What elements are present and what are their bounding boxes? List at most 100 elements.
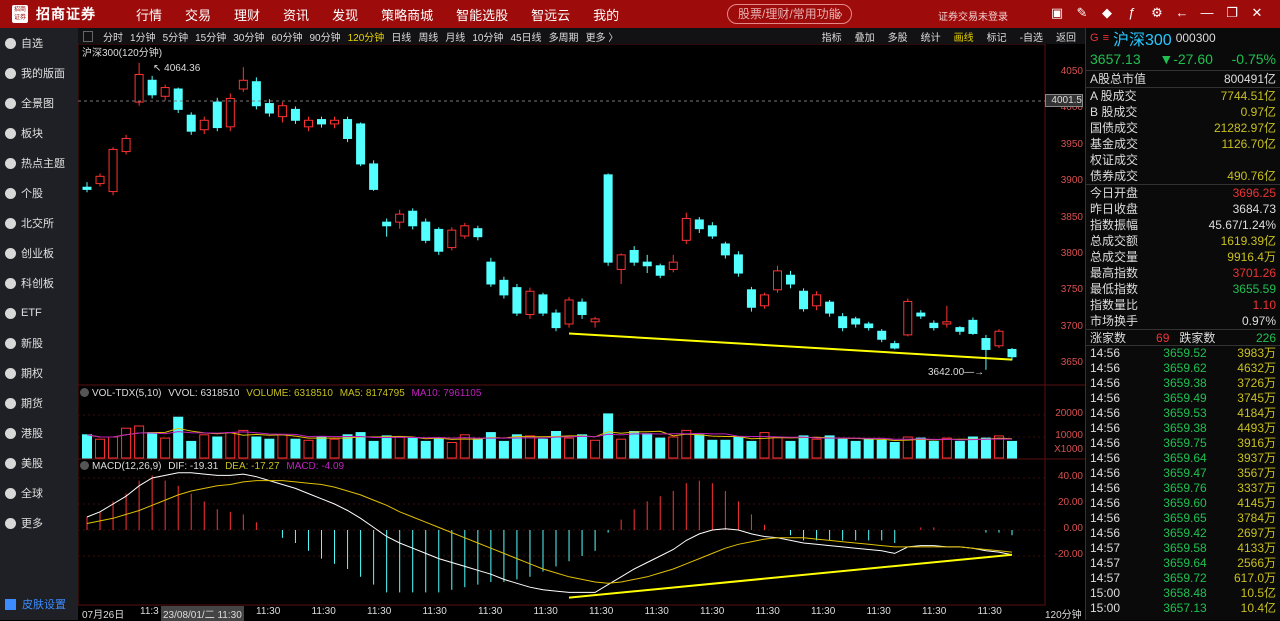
- period-tab[interactable]: 120分钟: [348, 29, 385, 44]
- sidebar-item[interactable]: 自选: [0, 28, 78, 58]
- period-tab[interactable]: 更多 〉: [586, 29, 619, 44]
- chart-tool-button[interactable]: 叠加: [855, 29, 875, 44]
- chart-tool-button[interactable]: 返回: [1056, 29, 1076, 44]
- period-tab[interactable]: 5分钟: [163, 29, 189, 44]
- candle-down: [694, 219, 704, 230]
- candle-down: [212, 101, 222, 129]
- candle-up: [668, 261, 678, 270]
- sidebar-item-label: 科创板: [21, 278, 54, 290]
- layout-icon[interactable]: ▣: [1050, 5, 1064, 21]
- period-tab[interactable]: 日线: [391, 29, 411, 44]
- volume-bar: [472, 438, 483, 459]
- tick-list[interactable]: 14:56 3659.52 3983万 14:56 3659.62 4632万 14:56 3…: [1086, 345, 1280, 616]
- sidebar-item[interactable]: 北交所: [0, 208, 78, 238]
- period-tab[interactable]: 10分钟: [472, 29, 503, 44]
- menu-item[interactable]: 智能选股: [456, 5, 508, 24]
- fx-icon[interactable]: ƒ: [1125, 5, 1139, 21]
- sidebar-item[interactable]: 个股: [0, 178, 78, 208]
- menu-item[interactable]: 交易: [185, 5, 211, 24]
- period-tab[interactable]: 月线: [445, 29, 465, 44]
- sidebar-item[interactable]: 更多: [0, 508, 78, 538]
- chart-tool-button[interactable]: 多股: [888, 29, 908, 44]
- period-tab[interactable]: 多周期: [549, 29, 579, 44]
- stat-label: A 股成交: [1090, 89, 1137, 103]
- tick-price: 3659.47: [1163, 466, 1207, 480]
- sidebar-icon: [5, 97, 16, 109]
- sidebar-item[interactable]: 全球: [0, 478, 78, 508]
- kline-chart[interactable]: ↖ 4064.36 3642.00—→: [0, 0, 1085, 620]
- menu-item[interactable]: 发现: [332, 5, 358, 24]
- period-tab[interactable]: 30分钟: [233, 29, 264, 44]
- candle-down: [499, 279, 509, 296]
- sidebar-item[interactable]: 美股: [0, 448, 78, 478]
- login-status[interactable]: 证券交易未登录: [938, 8, 1008, 23]
- stat-value: 1619.39亿: [1220, 234, 1276, 248]
- search-input[interactable]: 股票/理财/常用功能 ⌕: [727, 4, 852, 24]
- candle-up: [160, 87, 170, 97]
- volume-bar: [707, 439, 718, 459]
- period-tab[interactable]: 1分钟: [130, 29, 156, 44]
- sidebar-item[interactable]: 新股: [0, 328, 78, 358]
- menu-item[interactable]: 智远云: [531, 5, 570, 24]
- chart-tool-button[interactable]: 指标: [822, 29, 842, 44]
- period-tab[interactable]: 周线: [418, 29, 438, 44]
- menu-item[interactable]: 我的: [593, 5, 619, 24]
- menu-item[interactable]: 行情: [136, 5, 162, 24]
- price-trendline: [568, 332, 1013, 361]
- menu-item[interactable]: 资讯: [283, 5, 309, 24]
- tick-row: 14:56 3659.75 3916万: [1086, 436, 1280, 451]
- collapse-icon[interactable]: [80, 388, 89, 397]
- stat-label: 市场换手: [1090, 314, 1139, 328]
- period-tab[interactable]: 分时: [103, 29, 123, 44]
- sidebar-item[interactable]: ETF: [0, 298, 78, 328]
- minimize-icon[interactable]: —: [1200, 5, 1214, 21]
- edit-icon[interactable]: ✎: [1075, 5, 1089, 21]
- restore-icon[interactable]: ❐: [1225, 5, 1239, 21]
- period-tab[interactable]: 15分钟: [195, 29, 226, 44]
- stat-value: 0.97亿: [1240, 105, 1276, 119]
- sidebar-item[interactable]: 期权: [0, 358, 78, 388]
- gear-icon[interactable]: ⚙: [1150, 5, 1164, 21]
- tick-volume: 3937万: [1237, 451, 1276, 465]
- period-tab[interactable]: 60分钟: [271, 29, 302, 44]
- sidebar-item[interactable]: 我的版面: [0, 58, 78, 88]
- tick-time: 14:56: [1090, 421, 1121, 435]
- close-icon[interactable]: ✕: [1250, 5, 1264, 21]
- chart-tool-button[interactable]: 画线: [954, 29, 974, 44]
- back-arrow-icon[interactable]: ←: [1175, 5, 1189, 21]
- volume-bar: [537, 438, 548, 459]
- sidebar-item[interactable]: 板块: [0, 118, 78, 148]
- quote-price-row: 3657.13 ▼-27.60 -0.75%: [1086, 48, 1280, 70]
- skin-settings-button[interactable]: 皮肤设置: [5, 596, 66, 612]
- panel-toggle-icon[interactable]: [83, 30, 93, 42]
- tick-row: 14:56 3659.53 4184万: [1086, 406, 1280, 421]
- volume-bar: [290, 438, 301, 459]
- volume-bar: [655, 437, 666, 459]
- volume-bar: [212, 436, 223, 459]
- time-label: 11:30: [256, 606, 281, 617]
- tick-volume: 617.0万: [1233, 571, 1276, 585]
- collapse-icon[interactable]: [80, 461, 89, 470]
- chart-tool-button[interactable]: -自选: [1020, 29, 1043, 44]
- chart-tools: 指标 叠加 多股 统计 画线 标记 -自选 返回: [816, 28, 1083, 44]
- period-tab[interactable]: 90分钟: [310, 29, 341, 44]
- stat-value: 45.67/1.24%: [1208, 218, 1276, 232]
- chart-tool-button[interactable]: 统计: [921, 29, 941, 44]
- search-icon[interactable]: ⌕: [836, 5, 843, 23]
- box-icon[interactable]: ◆: [1100, 5, 1114, 21]
- sidebar-item[interactable]: 科创板: [0, 268, 78, 298]
- sidebar-item[interactable]: 港股: [0, 418, 78, 448]
- period-tab[interactable]: 45日线: [510, 29, 541, 44]
- menu-icon[interactable]: ≡: [1103, 32, 1109, 44]
- macd-name[interactable]: MACD(12,26,9): [92, 461, 161, 472]
- sidebar-item[interactable]: 热点主题: [0, 148, 78, 178]
- sidebar-item[interactable]: 创业板: [0, 238, 78, 268]
- sidebar-item[interactable]: 期货: [0, 388, 78, 418]
- logo-text: 招商证券: [36, 6, 96, 22]
- chart-tool-button[interactable]: 标记: [987, 29, 1007, 44]
- menu-item[interactable]: 理财: [234, 5, 260, 24]
- sidebar-item[interactable]: 全景图: [0, 88, 78, 118]
- candle-up: [134, 73, 144, 103]
- menu-item[interactable]: 策略商城: [381, 5, 433, 24]
- vol-name[interactable]: VOL-TDX(5,10): [92, 388, 161, 399]
